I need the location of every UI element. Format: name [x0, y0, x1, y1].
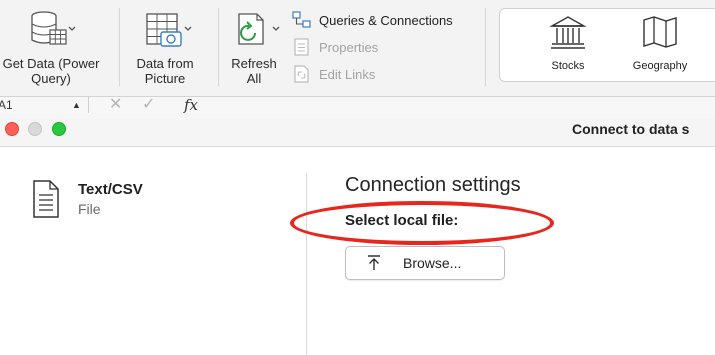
queries-connections-label: Queries & Connections [319, 12, 453, 28]
fx-button[interactable]: fx [184, 97, 198, 113]
highlight-annotation [290, 201, 554, 245]
name-box[interactable]: A1 ▲ [0, 97, 89, 113]
data-from-picture-label-1: Data from [136, 56, 194, 71]
name-box-value: A1 [0, 98, 13, 112]
formula-bar: A1 ▲ ✕ ✓ fx [0, 97, 715, 113]
queries-connections-button[interactable]: Queries & Connections [292, 10, 453, 30]
connection-settings-heading: Connection settings [345, 174, 521, 196]
source-type: File [78, 201, 101, 217]
get-data-button[interactable]: Get Data (Power Query) [0, 10, 114, 86]
map-icon [643, 16, 677, 48]
properties-label: Properties [319, 39, 379, 55]
pane-divider [306, 173, 307, 355]
refresh-all-label-2: All [246, 71, 262, 86]
minimize-window-button[interactable] [28, 122, 42, 136]
zoom-window-button[interactable] [52, 122, 66, 136]
edit-links-label: Edit Links [319, 66, 376, 82]
upload-icon [368, 255, 380, 270]
bank-icon [549, 16, 587, 49]
data-from-picture-label-2: Picture [144, 71, 186, 86]
dialog-title: Connect to data s [572, 121, 690, 137]
chevron-up-icon: ▲ [72, 100, 81, 110]
table-camera-icon [146, 13, 192, 47]
cancel-formula-icon[interactable]: ✕ [109, 97, 122, 113]
edit-links-icon [294, 65, 309, 83]
geography-label: Geography [632, 60, 688, 72]
get-data-label-1: Get Data (Power [2, 56, 100, 71]
get-data-label-2: Query) [31, 71, 71, 86]
refresh-icon [238, 13, 280, 45]
ribbon-separator [218, 8, 219, 86]
ribbon-separator [119, 8, 120, 86]
refresh-all-label-1: Refresh [231, 56, 277, 71]
source-name: Text/CSV [78, 181, 143, 198]
geography-button[interactable]: Geography [615, 9, 705, 72]
queries-icon [292, 11, 311, 28]
close-window-button[interactable] [5, 122, 19, 136]
ribbon: Get Data (Power Query) Data from Picture… [0, 0, 715, 97]
edit-links-button[interactable]: Edit Links [292, 64, 375, 84]
stocks-button[interactable]: Stocks [523, 9, 613, 72]
document-icon [33, 180, 59, 218]
connect-dialog: Connect to data s Text/CSV File Connecti… [0, 113, 715, 355]
dialog-titlebar: Connect to data s [0, 113, 715, 147]
properties-icon [294, 38, 309, 56]
stocks-label: Stocks [551, 60, 585, 72]
browse-button[interactable]: Browse... [345, 246, 505, 280]
data-types-gallery: Stocks Geography [499, 8, 715, 82]
ribbon-separator [485, 8, 486, 86]
database-icon [31, 11, 76, 45]
refresh-all-button[interactable]: Refresh All [222, 10, 286, 86]
properties-button[interactable]: Properties [292, 37, 378, 57]
source-item-text-csv[interactable]: Text/CSV File [30, 179, 230, 223]
confirm-formula-icon[interactable]: ✓ [142, 97, 155, 113]
browse-label: Browse... [403, 255, 462, 271]
data-from-picture-button[interactable]: Data from Picture [122, 10, 208, 86]
